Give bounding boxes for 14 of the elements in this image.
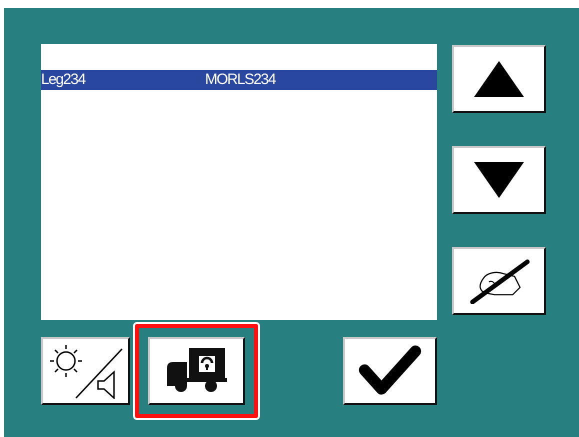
list-cell-text: Leg234	[41, 70, 87, 90]
check-icon	[357, 345, 423, 397]
up-triangle-icon	[474, 61, 524, 97]
list-cell-text: MORLS234	[205, 70, 276, 90]
brightness-volume-button[interactable]	[41, 337, 130, 405]
confirm-button[interactable]	[343, 337, 437, 405]
hand-writing-pen-icon	[467, 258, 531, 304]
truck-lock-icon	[166, 348, 226, 394]
scroll-up-button[interactable]	[452, 45, 546, 113]
sign-button[interactable]	[452, 247, 546, 315]
truck-lock-button[interactable]	[148, 337, 245, 405]
scroll-down-button[interactable]	[452, 146, 546, 214]
selected-row-highlight[interactable]: Leg234 MORLS234	[41, 70, 437, 90]
down-triangle-icon	[474, 162, 524, 198]
